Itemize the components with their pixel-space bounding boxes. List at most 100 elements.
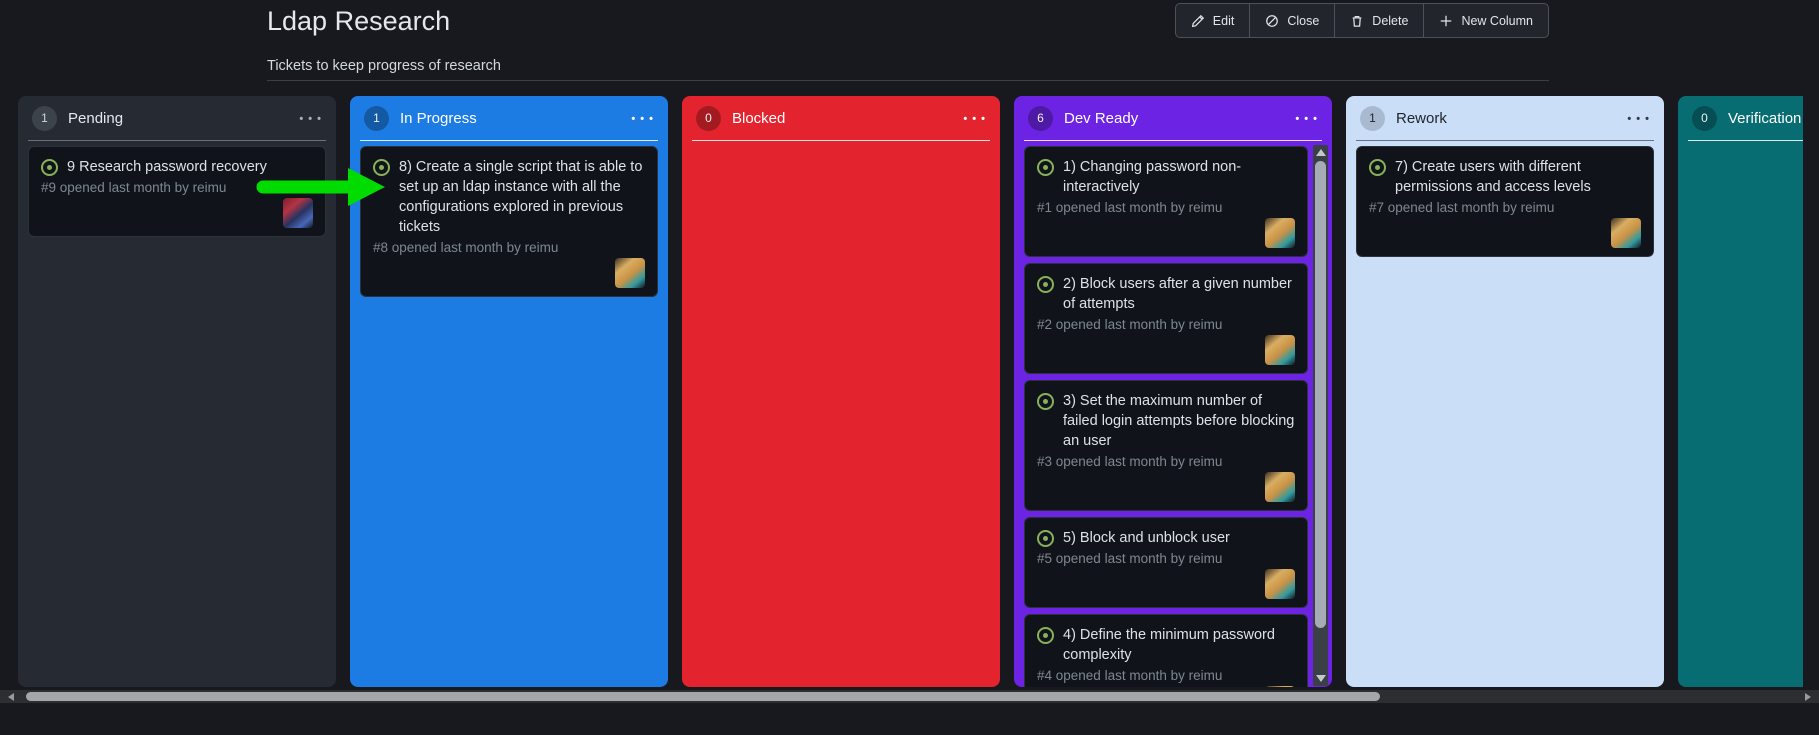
card-title: 5) Block and unblock user [1063, 528, 1230, 548]
column-title: Dev Ready [1064, 110, 1138, 127]
card-title-row: 9 Research password recovery [41, 157, 313, 177]
avatar-row [1369, 217, 1641, 250]
avatar-row [1037, 685, 1295, 687]
card-title: 7) Create users with different permissio… [1395, 157, 1641, 197]
issue-card[interactable]: 9 Research password recovery #9 opened l… [28, 146, 326, 237]
card-title-row: 3) Set the maximum number of failed logi… [1037, 391, 1295, 451]
card-list: 9 Research password recovery #9 opened l… [18, 141, 336, 247]
column-title: In Progress [400, 110, 477, 127]
kebab-menu-icon[interactable] [631, 118, 654, 119]
count-badge: 1 [364, 106, 389, 131]
card-meta: #8 opened last month by reimu [373, 239, 645, 257]
header-divider [267, 80, 1549, 81]
scroll-up-icon[interactable] [1316, 149, 1326, 156]
column-verification: 0 Verification [1678, 96, 1803, 687]
delete-button[interactable]: Delete [1335, 4, 1424, 37]
count-badge: 0 [1692, 106, 1717, 131]
vertical-scrollbar[interactable] [1313, 145, 1328, 686]
kebab-menu-icon[interactable] [299, 118, 322, 119]
new-column-button-label: New Column [1461, 14, 1533, 28]
issue-open-icon [1369, 159, 1386, 176]
card-meta: #2 opened last month by reimu [1037, 316, 1295, 334]
pencil-icon [1191, 14, 1205, 28]
card-title: 1) Changing password non-interactively [1063, 157, 1295, 197]
avatar-row [1037, 217, 1295, 250]
card-meta: #9 opened last month by reimu [41, 179, 313, 197]
kebab-menu-icon[interactable] [1295, 118, 1318, 119]
column-pending: 1 Pending 9 Research password recovery #… [18, 96, 336, 687]
avatar-row [373, 257, 645, 290]
card-list: 7) Create users with different permissio… [1346, 141, 1664, 267]
issue-open-icon [1037, 159, 1054, 176]
page-title: Ldap Research [267, 6, 450, 37]
avatar-row [1037, 471, 1295, 504]
new-column-button[interactable]: New Column [1424, 4, 1548, 37]
column-rework: 1 Rework 7) Create users with different … [1346, 96, 1664, 687]
column-dev-ready: 6 Dev Ready 1) Changing password non-int… [1014, 96, 1332, 687]
card-title: 8) Create a single script that is able t… [399, 157, 645, 237]
edit-button[interactable]: Edit [1176, 4, 1251, 37]
scroll-down-icon[interactable] [1316, 675, 1326, 682]
kebab-menu-icon[interactable] [963, 118, 986, 119]
column-header: 0 Blocked [682, 96, 1000, 140]
card-list: 8) Create a single script that is able t… [350, 141, 668, 307]
issue-open-icon [1037, 393, 1054, 410]
issue-open-icon [41, 159, 58, 176]
card-title: 4) Define the minimum password complexit… [1063, 625, 1295, 665]
count-badge: 0 [696, 106, 721, 131]
project-board-page: Ldap Research Tickets to keep progress o… [0, 0, 1819, 735]
issue-card[interactable]: 2) Block users after a given number of a… [1024, 263, 1308, 374]
avatar [1265, 218, 1295, 248]
avatar [1265, 569, 1295, 599]
horizontal-scrollbar[interactable] [0, 690, 1819, 703]
column-header: 0 Verification [1678, 96, 1803, 140]
card-meta: #5 opened last month by reimu [1037, 550, 1295, 568]
close-button[interactable]: Close [1250, 4, 1335, 37]
page-header: Ldap Research Tickets to keep progress o… [267, 0, 1549, 96]
issue-card[interactable]: 3) Set the maximum number of failed logi… [1024, 380, 1308, 511]
card-title-row: 8) Create a single script that is able t… [373, 157, 645, 237]
card-meta: #3 opened last month by reimu [1037, 453, 1295, 471]
avatar [1265, 335, 1295, 365]
count-badge: 1 [32, 106, 57, 131]
column-header: 1 Rework [1346, 96, 1664, 140]
column-in-progress: 1 In Progress 8) Create a single script … [350, 96, 668, 687]
card-meta: #4 opened last month by reimu [1037, 667, 1295, 685]
avatar [1611, 218, 1641, 248]
card-title: 3) Set the maximum number of failed logi… [1063, 391, 1295, 451]
vertical-scrollbar-thumb[interactable] [1315, 161, 1326, 628]
edit-button-label: Edit [1213, 14, 1235, 28]
count-badge: 6 [1028, 106, 1053, 131]
issue-card[interactable]: 1) Changing password non-interactively #… [1024, 146, 1308, 257]
card-list [1678, 141, 1803, 156]
scroll-right-icon[interactable] [1805, 693, 1811, 701]
issue-open-icon [1037, 276, 1054, 293]
issue-card[interactable]: 7) Create users with different permissio… [1356, 146, 1654, 257]
column-header: 1 In Progress [350, 96, 668, 140]
issue-card[interactable]: 8) Create a single script that is able t… [360, 146, 658, 297]
issue-card[interactable]: 4) Define the minimum password complexit… [1024, 614, 1308, 687]
column-title: Rework [1396, 110, 1447, 127]
delete-button-label: Delete [1372, 14, 1408, 28]
card-title-row: 4) Define the minimum password complexit… [1037, 625, 1295, 665]
card-meta: #1 opened last month by reimu [1037, 199, 1295, 217]
column-title: Blocked [732, 110, 785, 127]
avatar-row [41, 197, 313, 230]
column-title: Verification [1728, 110, 1801, 127]
page-subtitle: Tickets to keep progress of research [267, 58, 501, 74]
card-title-row: 2) Block users after a given number of a… [1037, 274, 1295, 314]
card-title: 9 Research password recovery [67, 157, 267, 177]
avatar-row [1037, 568, 1295, 601]
issue-card[interactable]: 5) Block and unblock user #5 opened last… [1024, 517, 1308, 608]
avatar [1265, 686, 1295, 687]
issue-open-icon [1037, 530, 1054, 547]
issue-open-icon [373, 159, 390, 176]
card-title-row: 1) Changing password non-interactively [1037, 157, 1295, 197]
kebab-menu-icon[interactable] [1627, 118, 1650, 119]
trash-icon [1350, 14, 1364, 28]
column-header: 1 Pending [18, 96, 336, 140]
column-blocked: 0 Blocked [682, 96, 1000, 687]
avatar [1265, 472, 1295, 502]
horizontal-scrollbar-thumb[interactable] [26, 692, 1380, 701]
scroll-left-icon[interactable] [8, 693, 14, 701]
